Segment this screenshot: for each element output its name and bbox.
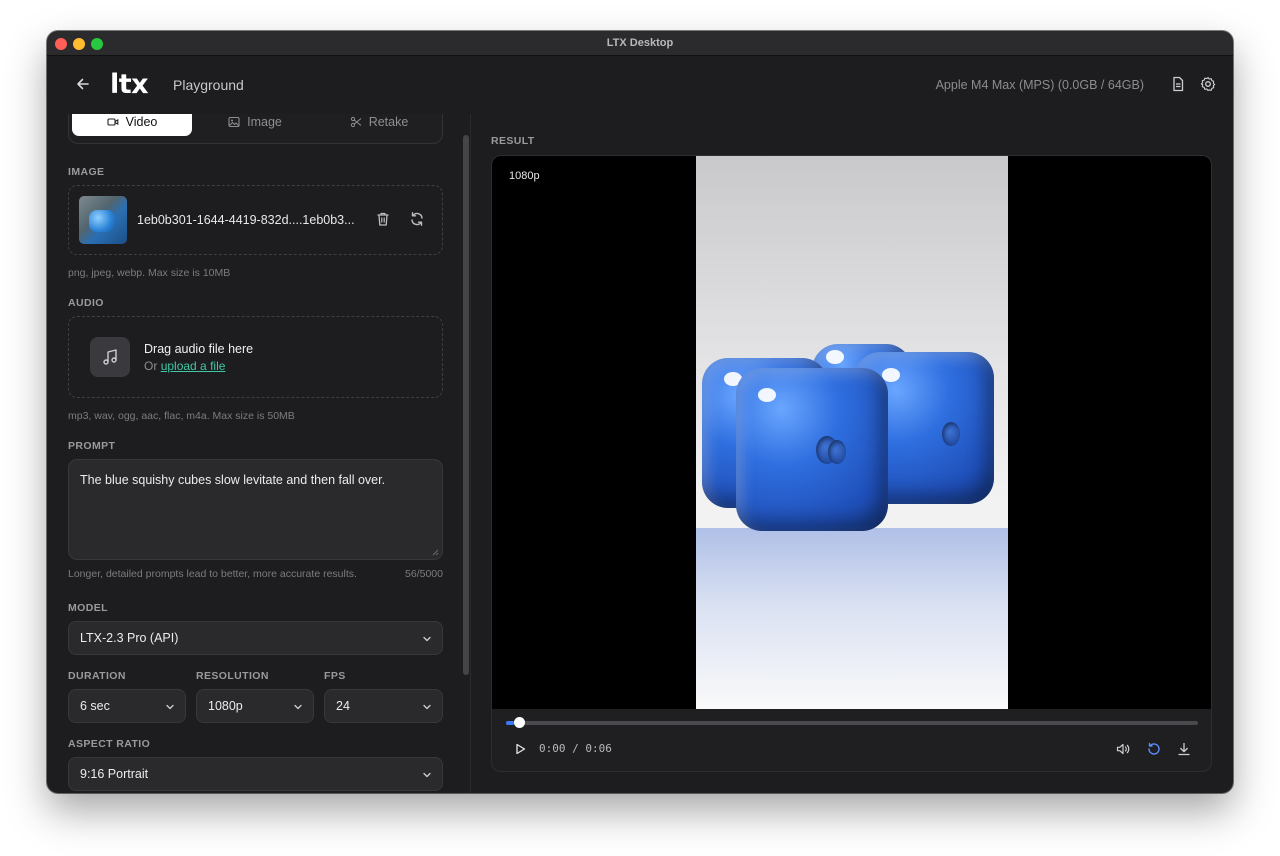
tab-video[interactable]: Video <box>72 114 192 136</box>
image-help-text: png, jpeg, webp. Max size is 10MB <box>68 267 231 279</box>
progress-handle[interactable] <box>514 717 526 728</box>
chevron-down-icon <box>423 772 431 778</box>
audio-help-text: mp3, wav, ogg, aac, flac, m4a. Max size … <box>68 410 295 422</box>
settings-panel: Video Image Retake IMAGE 1eb0b301-1644-4… <box>47 114 470 793</box>
model-select[interactable]: LTX-2.3 Pro (API) <box>68 621 443 655</box>
panel-divider <box>470 114 471 793</box>
gear-icon[interactable] <box>1199 75 1217 93</box>
resolution-label: RESOLUTION <box>196 670 269 682</box>
audio-upload-line: Or upload a file <box>144 359 225 373</box>
chevron-down-icon <box>294 704 302 710</box>
chevron-down-icon <box>423 636 431 642</box>
window-title: LTX Desktop <box>606 37 674 49</box>
download-icon[interactable] <box>1176 741 1192 757</box>
or-text: Or <box>144 359 158 373</box>
image-file-name: 1eb0b301-1644-4419-832d....1eb0b3... <box>137 213 355 227</box>
upload-file-link[interactable]: upload a file <box>161 359 226 373</box>
gpu-info: Apple M4 Max (MPS) (0.0GB / 64GB) <box>935 78 1144 92</box>
image-icon <box>228 116 240 127</box>
fps-value: 24 <box>336 699 350 713</box>
aspect-ratio-select[interactable]: 9:16 Portrait <box>68 757 443 791</box>
tab-retake-label: Retake <box>368 114 409 129</box>
aspect-ratio-value: 9:16 Portrait <box>80 767 149 781</box>
resize-grip-icon[interactable] <box>431 548 439 556</box>
resolution-value: 1080p <box>208 699 243 713</box>
model-value: LTX-2.3 Pro (API) <box>80 631 179 645</box>
replace-icon[interactable] <box>408 210 426 228</box>
duration-select[interactable]: 6 sec <box>68 689 186 723</box>
prompt-help-text: Longer, detailed prompts lead to better,… <box>68 568 357 580</box>
document-icon[interactable] <box>1169 75 1187 93</box>
prompt-char-count: 56/5000 <box>405 568 443 580</box>
settings-scrollbar[interactable] <box>463 135 469 675</box>
blue-cube-front <box>736 368 888 531</box>
video-frame <box>696 156 1008 709</box>
prompt-section-label: PROMPT <box>68 440 116 452</box>
duration-label: DURATION <box>68 670 126 682</box>
prompt-textarea[interactable]: The blue squishy cubes slow levitate and… <box>68 459 443 560</box>
resolution-select[interactable]: 1080p <box>196 689 314 723</box>
prompt-text: The blue squishy cubes slow levitate and… <box>80 473 386 487</box>
duration-value: 6 sec <box>80 699 110 713</box>
page-title: Playground <box>173 77 244 93</box>
image-thumbnail <box>79 196 127 244</box>
back-arrow-icon[interactable] <box>73 74 93 94</box>
trash-icon[interactable] <box>374 210 392 228</box>
audio-drop-zone[interactable]: Drag audio file here Or upload a file <box>68 316 443 398</box>
fps-select[interactable]: 24 <box>324 689 443 723</box>
video-player: 1080p 0:00 / 0:06 <box>491 155 1212 772</box>
video-camera-icon <box>107 117 118 126</box>
audio-section-label: AUDIO <box>68 297 104 309</box>
tab-retake[interactable]: Retake <box>319 114 439 136</box>
image-upload-box[interactable]: 1eb0b301-1644-4419-832d....1eb0b3... <box>68 185 443 255</box>
chevron-down-icon <box>423 704 431 710</box>
result-label: RESULT <box>491 135 535 147</box>
title-bar: LTX Desktop <box>47 31 1233 56</box>
loop-icon[interactable] <box>1146 741 1162 757</box>
progress-bar[interactable] <box>506 717 1198 728</box>
app-header: ltx Playground Apple M4 Max (MPS) (0.0GB… <box>47 56 1233 114</box>
progress-fill <box>506 721 515 725</box>
video-viewport[interactable]: 1080p <box>492 156 1211 709</box>
ltx-logo: ltx <box>110 69 149 100</box>
mode-tabs: Video Image Retake <box>68 114 443 144</box>
music-note-icon <box>90 337 130 377</box>
app-window: LTX Desktop ltx Playground Apple M4 Max … <box>47 31 1233 793</box>
fps-label: FPS <box>324 670 346 682</box>
scissors-icon <box>350 116 362 127</box>
model-section-label: MODEL <box>68 602 108 614</box>
resolution-badge: 1080p <box>509 170 540 182</box>
chevron-down-icon <box>166 704 174 710</box>
volume-icon[interactable] <box>1115 741 1131 757</box>
tab-video-label: Video <box>125 114 158 129</box>
aspect-ratio-label: ASPECT RATIO <box>68 738 151 750</box>
tab-image-label: Image <box>247 114 282 129</box>
audio-drag-text: Drag audio file here <box>144 342 254 356</box>
cube-reflection <box>696 528 1008 709</box>
tab-image[interactable]: Image <box>195 114 315 136</box>
image-section-label: IMAGE <box>68 166 105 178</box>
time-readout: 0:00 / 0:06 <box>539 742 612 755</box>
play-icon[interactable] <box>512 741 528 757</box>
